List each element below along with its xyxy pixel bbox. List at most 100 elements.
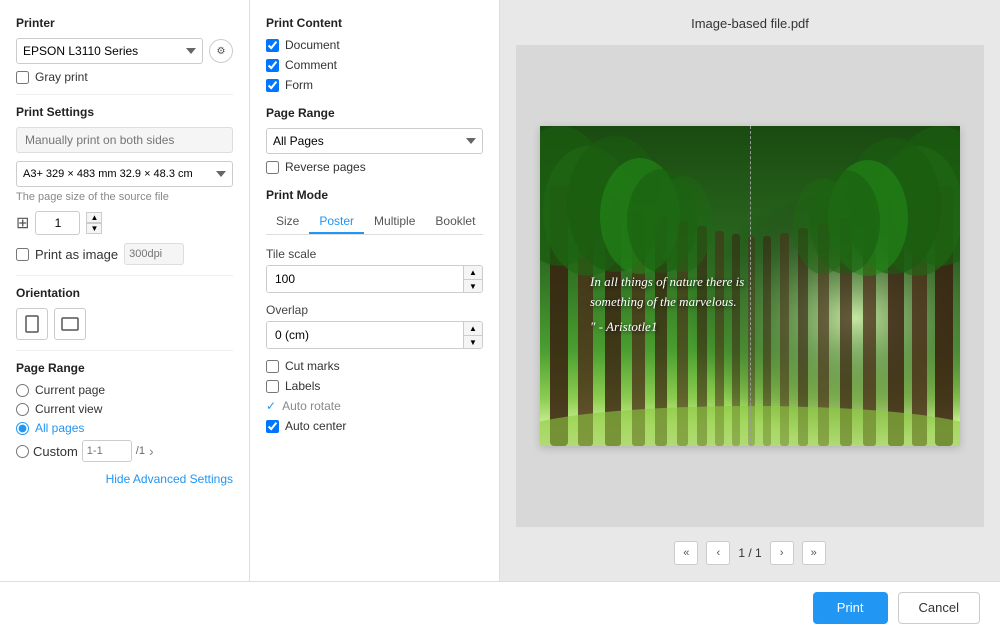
current-page-label: Current page bbox=[35, 383, 105, 397]
labels-row: Labels bbox=[266, 379, 483, 393]
tile-scale-down-btn[interactable]: ▼ bbox=[464, 279, 482, 292]
tab-multiple[interactable]: Multiple bbox=[364, 210, 425, 234]
reverse-pages-checkbox[interactable] bbox=[266, 161, 279, 174]
print-button[interactable]: Print bbox=[813, 592, 888, 624]
labels-checkbox[interactable] bbox=[266, 380, 279, 393]
tab-booklet[interactable]: Booklet bbox=[425, 210, 485, 234]
printer-section-title: Printer bbox=[16, 16, 233, 30]
printer-settings-icon[interactable]: ⚙ bbox=[209, 39, 233, 63]
hide-advanced-link[interactable]: Hide Advanced Settings bbox=[16, 472, 233, 486]
pagination-bar: « ‹ 1 / 1 › » bbox=[674, 541, 825, 565]
reverse-pages-row: Reverse pages bbox=[266, 160, 483, 174]
all-pages-select[interactable]: All Pages bbox=[266, 128, 483, 154]
custom-radio[interactable] bbox=[16, 445, 29, 458]
gray-print-row: Gray print bbox=[16, 70, 233, 84]
page-size-select[interactable]: A3+ 329 × 483 mm 32.9 × 48.3 cm bbox=[16, 161, 233, 187]
svg-text:something of the marvelous.: something of the marvelous. bbox=[590, 294, 737, 309]
custom-row: Custom /1 › bbox=[16, 440, 233, 462]
gray-print-label: Gray print bbox=[35, 70, 88, 84]
auto-center-row: Auto center bbox=[266, 419, 483, 433]
page-forward-icon[interactable]: › bbox=[149, 443, 154, 459]
overlap-label: Overlap bbox=[266, 303, 483, 317]
form-row: Form bbox=[266, 78, 483, 92]
current-view-row: Current view bbox=[16, 402, 233, 416]
page-range-title: Page Range bbox=[16, 361, 233, 375]
page-size-hint: The page size of the source file bbox=[16, 191, 233, 203]
copies-up-btn[interactable]: ▲ bbox=[86, 212, 102, 223]
print-as-image-checkbox[interactable] bbox=[16, 248, 29, 261]
comment-row: Comment bbox=[266, 58, 483, 72]
cancel-button[interactable]: Cancel bbox=[898, 592, 980, 624]
print-content-section: Print Content Document Comment Form bbox=[266, 16, 483, 92]
print-settings-title: Print Settings bbox=[16, 105, 233, 119]
orientation-btns bbox=[16, 308, 233, 340]
prev-page-btn[interactable]: ‹ bbox=[706, 541, 730, 565]
current-view-radio[interactable] bbox=[16, 403, 29, 416]
all-pages-radio[interactable] bbox=[16, 422, 29, 435]
labels-label: Labels bbox=[285, 379, 320, 393]
tile-scale-label: Tile scale bbox=[266, 247, 483, 261]
orientation-title: Orientation bbox=[16, 286, 233, 300]
auto-rotate-row: ✓ Auto rotate bbox=[266, 399, 483, 413]
overlap-spinner: ▲ ▼ bbox=[463, 322, 482, 348]
printer-row: EPSON L3110 Series ⚙ bbox=[16, 38, 233, 64]
cut-marks-row: Cut marks bbox=[266, 359, 483, 373]
comment-checkbox[interactable] bbox=[266, 59, 279, 72]
page-total: /1 bbox=[136, 445, 145, 457]
printer-select[interactable]: EPSON L3110 Series bbox=[16, 38, 203, 64]
last-page-btn[interactable]: » bbox=[802, 541, 826, 565]
tile-scale-up-btn[interactable]: ▲ bbox=[464, 266, 482, 279]
form-checkbox[interactable] bbox=[266, 79, 279, 92]
next-page-btn[interactable]: › bbox=[770, 541, 794, 565]
current-view-label: Current view bbox=[35, 402, 102, 416]
form-label: Form bbox=[285, 78, 313, 92]
current-page-row: Current page bbox=[16, 383, 233, 397]
tile-scale-spinner: ▲ ▼ bbox=[463, 266, 482, 292]
tile-scale-input[interactable] bbox=[267, 266, 463, 292]
document-checkbox[interactable] bbox=[266, 39, 279, 52]
print-content-title: Print Content bbox=[266, 16, 483, 30]
left-panel: Printer EPSON L3110 Series ⚙ Gray print … bbox=[0, 0, 250, 581]
first-page-btn[interactable]: « bbox=[674, 541, 698, 565]
svg-text:" - Aristotle1: " - Aristotle1 bbox=[590, 319, 657, 334]
copies-row: ⊞ ▲ ▼ bbox=[16, 211, 233, 235]
print-as-image-label: Print as image bbox=[35, 247, 118, 262]
comment-label: Comment bbox=[285, 58, 337, 72]
overlap-input[interactable] bbox=[267, 322, 463, 348]
gray-print-checkbox[interactable] bbox=[16, 71, 29, 84]
page-range-mid: Page Range All Pages Reverse pages bbox=[266, 106, 483, 174]
tab-poster[interactable]: Poster bbox=[309, 210, 364, 234]
copies-input[interactable] bbox=[35, 211, 80, 235]
dpi-input bbox=[124, 243, 184, 265]
page-range-section: Page Range Current page Current view All… bbox=[16, 361, 233, 462]
cut-marks-checkbox[interactable] bbox=[266, 360, 279, 373]
page-divider bbox=[750, 126, 751, 446]
page-range-mid-title: Page Range bbox=[266, 106, 483, 120]
nature-image: In all things of nature there is somethi… bbox=[540, 126, 960, 446]
print-mode-section: Print Mode Size Poster Multiple Booklet … bbox=[266, 188, 483, 433]
middle-panel: Print Content Document Comment Form Page… bbox=[250, 0, 500, 581]
both-sides-input bbox=[16, 127, 233, 153]
reverse-pages-label: Reverse pages bbox=[285, 160, 366, 174]
page-indicator: 1 / 1 bbox=[738, 546, 761, 560]
tab-size[interactable]: Size bbox=[266, 210, 309, 234]
print-settings-section: Print Settings A3+ 329 × 483 mm 32.9 × 4… bbox=[16, 105, 233, 265]
portrait-btn[interactable] bbox=[16, 308, 48, 340]
auto-rotate-tick: ✓ bbox=[266, 399, 276, 413]
preview-area: In all things of nature there is somethi… bbox=[516, 45, 984, 527]
auto-center-checkbox[interactable] bbox=[266, 420, 279, 433]
overlap-row: ▲ ▼ bbox=[266, 321, 483, 349]
custom-label: Custom bbox=[33, 444, 78, 459]
all-pages-row: All pages bbox=[16, 421, 233, 435]
landscape-btn[interactable] bbox=[54, 308, 86, 340]
print-mode-title: Print Mode bbox=[266, 188, 483, 202]
custom-range-input[interactable] bbox=[82, 440, 132, 462]
document-row: Document bbox=[266, 38, 483, 52]
svg-text:In all things of nature there: In all things of nature there is bbox=[589, 274, 744, 289]
bottom-bar: Print Cancel bbox=[0, 581, 1000, 633]
current-page-radio[interactable] bbox=[16, 384, 29, 397]
overlap-up-btn[interactable]: ▲ bbox=[464, 322, 482, 335]
copies-down-btn[interactable]: ▼ bbox=[86, 223, 102, 234]
copies-spinner: ▲ ▼ bbox=[86, 212, 102, 234]
overlap-down-btn[interactable]: ▼ bbox=[464, 335, 482, 348]
